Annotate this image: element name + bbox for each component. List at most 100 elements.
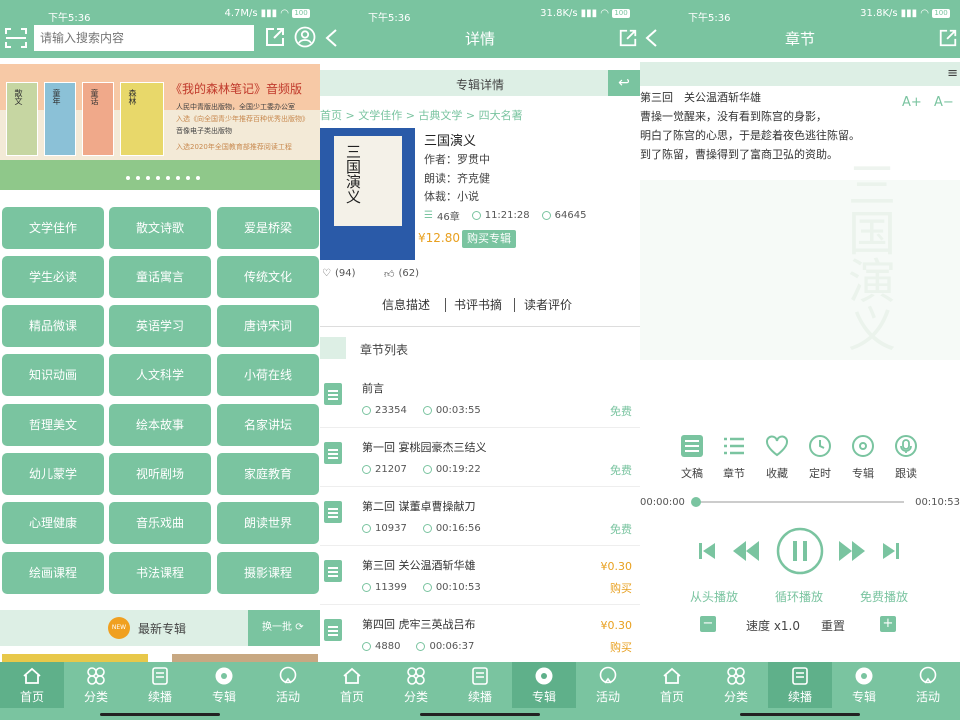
timer-button[interactable]: 定时: [800, 434, 840, 481]
microphone-icon: [895, 435, 917, 457]
category-button[interactable]: 散文诗歌: [109, 207, 211, 249]
refresh-button[interactable]: 换一批 ⟳: [248, 610, 320, 646]
category-button[interactable]: 视听剧场: [109, 453, 211, 495]
tab-continue[interactable]: 续播: [768, 662, 832, 708]
tab-activity[interactable]: 活动: [576, 662, 640, 708]
skip-to-end-icon[interactable]: [882, 541, 900, 561]
chapter-row[interactable]: 第三回 关公温酒斩华雄 11399 00:10:53 ¥0.30 购买: [320, 547, 640, 605]
reset-button[interactable]: 重置: [821, 617, 845, 634]
album-thumb[interactable]: [2, 654, 148, 662]
category-button[interactable]: 名家讲坛: [217, 404, 319, 446]
album-cover[interactable]: 三国演义: [320, 128, 415, 260]
category-button[interactable]: 爱是桥梁: [217, 207, 319, 249]
font-increase-button[interactable]: A+: [902, 95, 922, 110]
tab-home[interactable]: 首页: [640, 662, 704, 708]
category-button[interactable]: 唐诗宋词: [217, 305, 319, 347]
tab-activity[interactable]: 活动: [896, 662, 960, 708]
tab-category[interactable]: 分类: [704, 662, 768, 708]
category-button[interactable]: 童话寓言: [109, 256, 211, 298]
chapter-row[interactable]: 第四回 虎牢三英战吕布 4880 00:06:37 ¥0.30 购买: [320, 606, 640, 662]
progress-track[interactable]: [691, 497, 904, 507]
tab-reviews[interactable]: 书评书摘: [454, 296, 502, 313]
fast-forward-icon[interactable]: [838, 539, 866, 563]
category-button[interactable]: 幼儿蒙学: [2, 453, 104, 495]
category-button[interactable]: 绘画课程: [2, 552, 104, 594]
tab-album[interactable]: 专辑: [512, 662, 576, 708]
like-button[interactable]: ♡ (94): [322, 268, 356, 279]
category-button[interactable]: 哲理美文: [2, 404, 104, 446]
read-along-button[interactable]: 跟读: [886, 434, 926, 481]
tab-activity[interactable]: 活动: [256, 662, 320, 708]
share-icon[interactable]: [938, 28, 958, 48]
free-play-button[interactable]: 免费播放: [860, 588, 908, 605]
album-thumb[interactable]: [172, 654, 318, 662]
page-title: 章节: [784, 30, 815, 48]
tab-ratings[interactable]: 读者评价: [524, 296, 572, 313]
clock-icon: [416, 642, 426, 651]
status-speed: 4.7M/s: [224, 8, 258, 19]
category-button[interactable]: 学生必读: [2, 256, 104, 298]
banner[interactable]: 散文 童年 童话 森林 《我的森林笔记》音频版 人民中青版出版物，全国少工委办公…: [0, 64, 320, 190]
category-button[interactable]: 人文科学: [109, 354, 211, 396]
buy-chapter-button[interactable]: 购买: [610, 580, 632, 596]
chapter-row[interactable]: 前言 23354 00:03:55 免费: [320, 370, 640, 428]
rewind-icon[interactable]: [732, 539, 760, 563]
clock-icon: [422, 583, 432, 592]
category-button[interactable]: 心理健康: [2, 502, 104, 544]
breadcrumb[interactable]: 首页 > 文学佳作 > 古典文学 > 四大名著: [320, 107, 523, 123]
tab-info[interactable]: 信息描述: [382, 296, 430, 313]
search-input[interactable]: [34, 25, 254, 51]
scan-icon[interactable]: [4, 26, 28, 50]
speed-decrease-button[interactable]: −: [700, 616, 716, 632]
speed-increase-button[interactable]: +: [880, 616, 896, 632]
category-button[interactable]: 英语学习: [109, 305, 211, 347]
category-button[interactable]: 书法课程: [109, 552, 211, 594]
category-button[interactable]: 文学佳作: [2, 207, 104, 249]
tab-album[interactable]: 专辑: [832, 662, 896, 708]
buy-album-button[interactable]: 购买专辑: [462, 230, 516, 248]
category-button[interactable]: 传统文化: [217, 256, 319, 298]
clock-icon: [422, 406, 432, 415]
skip-to-start-icon[interactable]: [698, 541, 716, 561]
category-icon: [727, 667, 745, 685]
banner-book: 童年: [44, 82, 76, 156]
font-decrease-button[interactable]: A−: [934, 95, 954, 110]
tab-home[interactable]: 首页: [320, 662, 384, 708]
status-speed: 31.8K/s: [860, 8, 898, 19]
buy-chapter-button[interactable]: 购买: [610, 639, 632, 655]
transcript-button[interactable]: 文稿: [672, 434, 712, 481]
category-button[interactable]: 精品微课: [2, 305, 104, 347]
progress-knob[interactable]: [691, 497, 701, 507]
category-button[interactable]: 摄影课程: [217, 552, 319, 594]
chapter-row[interactable]: 第一回 宴桃园豪杰三结义 21207 00:19:22 免费: [320, 429, 640, 487]
thumb-button[interactable]: 👍︎ (62): [384, 268, 419, 280]
document-icon: [324, 383, 342, 405]
home-icon: [23, 667, 41, 684]
favorite-button[interactable]: 收藏: [757, 434, 797, 481]
tab-continue[interactable]: 续播: [128, 662, 192, 708]
category-button[interactable]: 小荷在线: [217, 354, 319, 396]
share-icon[interactable]: [264, 26, 286, 48]
play-from-start-button[interactable]: 从头播放: [690, 588, 738, 605]
album-button[interactable]: 专辑: [843, 434, 883, 481]
share-icon[interactable]: [618, 28, 638, 48]
tab-category[interactable]: 分类: [384, 662, 448, 708]
pause-icon[interactable]: [776, 527, 824, 575]
chapters-button[interactable]: 章节: [714, 434, 754, 481]
menu-icon[interactable]: ≡: [947, 66, 958, 81]
category-button[interactable]: 朗读世界: [217, 502, 319, 544]
return-arrow-icon[interactable]: ↩: [608, 70, 640, 96]
category-button[interactable]: 绘本故事: [109, 404, 211, 446]
chapter-row[interactable]: 第二回 谋董卓曹操献刀 10937 00:16:56 免费: [320, 488, 640, 546]
category-button[interactable]: 知识动画: [2, 354, 104, 396]
loop-play-button[interactable]: 循环播放: [775, 588, 823, 605]
disc-icon: [215, 667, 233, 685]
user-icon[interactable]: [294, 26, 316, 48]
tab-continue[interactable]: 续播: [448, 662, 512, 708]
tab-album[interactable]: 专辑: [192, 662, 256, 708]
tab-home[interactable]: 首页: [0, 662, 64, 708]
refresh-label: 换一批: [262, 622, 292, 633]
tab-category[interactable]: 分类: [64, 662, 128, 708]
category-button[interactable]: 家庭教育: [217, 453, 319, 495]
category-button[interactable]: 音乐戏曲: [109, 502, 211, 544]
